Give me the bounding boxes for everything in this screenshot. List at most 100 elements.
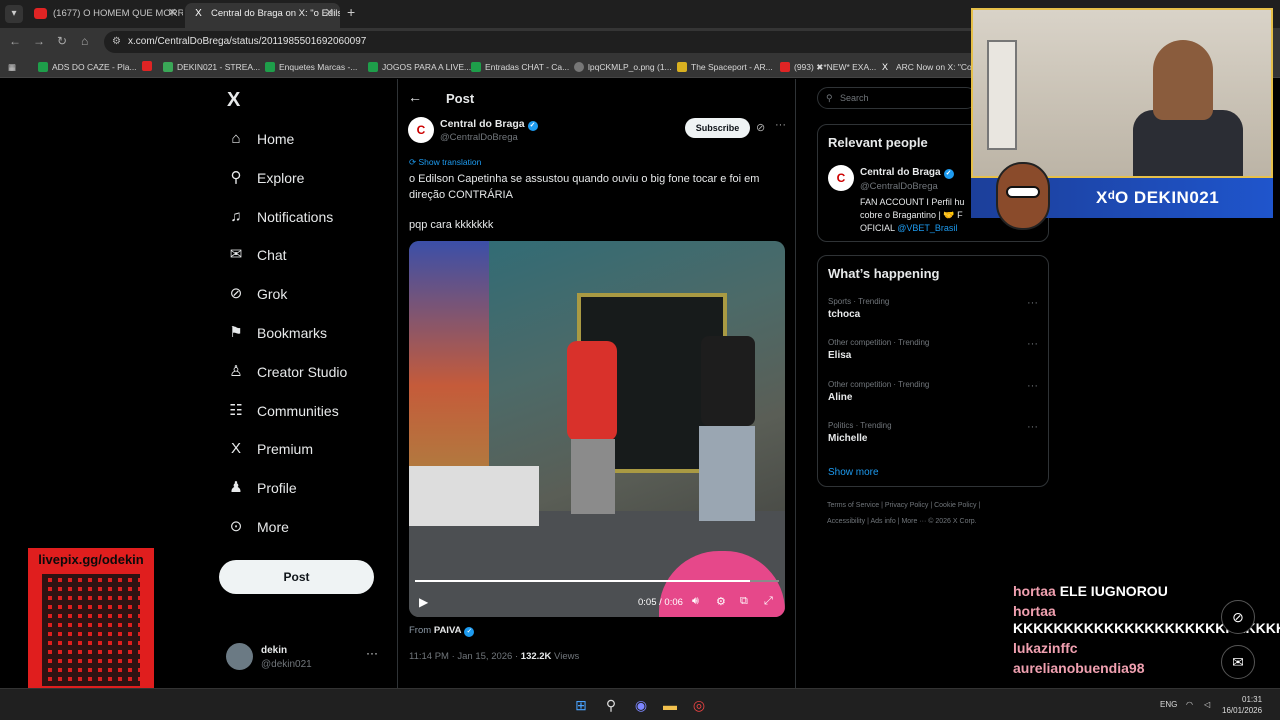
profile-icon: ♟ <box>229 479 243 497</box>
bookmark-item[interactable]: ADS DO CAZE - Pla... <box>38 60 137 74</box>
language-indicator[interactable]: ENG <box>1160 700 1177 709</box>
bookmark-item[interactable]: (993) ✖*NEW* EXA... <box>780 60 876 74</box>
x-logo[interactable]: X <box>227 89 240 112</box>
bookmark-item[interactable]: Entradas CHAT - Ca... <box>471 60 569 74</box>
subscribe-button[interactable]: Subscribe <box>685 118 750 138</box>
author-avatar[interactable]: C <box>408 117 434 143</box>
nav-item-home[interactable]: ⌂ Home <box>226 124 386 154</box>
grok-icon[interactable]: ⊘ <box>1221 600 1255 634</box>
grok-icon[interactable]: ⊘ <box>756 121 765 134</box>
bookmark-item[interactable]: lpqCKMLP_o.png (1... <box>574 60 672 74</box>
back-arrow-icon[interactable]: ← <box>9 34 21 48</box>
close-icon[interactable]: ✕ <box>168 3 177 24</box>
video-progress-bar[interactable] <box>415 580 779 582</box>
views-label: Views <box>551 651 580 662</box>
youtube-icon[interactable] <box>142 60 152 74</box>
bookmark-item[interactable]: DEKIN021 - STREA... <box>163 60 260 74</box>
forward-arrow-icon[interactable]: → <box>33 34 45 48</box>
wifi-icon[interactable]: ◠ <box>1186 700 1193 709</box>
tab-label: Central do Braga on X: "o Edils <box>211 8 340 19</box>
search-icon: ⚲ <box>230 168 242 186</box>
address-bar[interactable]: ⚙ x.com/CentralDoBrega/status/2011985501… <box>104 31 1004 53</box>
video-frame-person <box>701 336 755 426</box>
trend-item[interactable]: Politics · Trending Michelle ··· <box>828 421 1040 457</box>
back-arrow-icon[interactable]: ← <box>408 89 422 105</box>
verified-badge-icon: ✓ <box>464 627 475 637</box>
post-timestamp[interactable]: 11:14 PM · Jan 15, 2026 · <box>409 651 521 662</box>
reload-icon[interactable]: ↻ <box>57 34 67 48</box>
nav-label: Notifications <box>257 208 334 225</box>
more-dots-icon[interactable]: ··· <box>1027 380 1038 392</box>
nav-item-premium[interactable]: X Premium <box>226 434 386 464</box>
play-icon[interactable]: ▶ <box>419 595 428 609</box>
author-avatar[interactable]: C <box>828 165 854 191</box>
show-more-link[interactable]: Show more <box>828 467 879 478</box>
trend-item[interactable]: Sports · Trending tchoca ··· <box>828 297 1040 333</box>
more-dots-icon[interactable]: ··· <box>366 646 378 660</box>
search-icon[interactable]: ⚲ <box>602 696 620 714</box>
nav-item-bookmarks[interactable]: ⚑ Bookmarks <box>226 318 386 348</box>
file-explorer-icon[interactable]: ▬ <box>661 696 679 714</box>
bookmark-label: lpqCKMLP_o.png (1... <box>588 62 672 72</box>
tab-x-post[interactable]: X Central do Braga on X: "o Edils ✕ <box>185 3 340 28</box>
nav-item-notifications[interactable]: ♫ Notifications <box>226 202 386 232</box>
search-placeholder: Search <box>840 93 869 103</box>
nav-item-profile[interactable]: ♟ Profile <box>226 473 386 503</box>
trend-item[interactable]: Other competition · Trending Elisa ··· <box>828 338 1040 374</box>
creator-icon: ♙ <box>229 362 243 380</box>
volume-icon[interactable]: 🔊︎ <box>692 595 699 608</box>
author-name[interactable]: Central do Braga ✓ <box>440 118 538 131</box>
chrome-icon[interactable]: ◎ <box>690 696 708 714</box>
footer-links[interactable]: Terms of Service | Privacy Policy | Cook… <box>827 502 980 509</box>
windows-start-icon[interactable]: ⊞ <box>572 696 590 714</box>
discord-icon[interactable]: ◉ <box>632 696 650 714</box>
pip-icon[interactable]: ⧉ <box>740 595 748 608</box>
bookmark-item[interactable]: Enquetes Marcas -... <box>265 60 357 74</box>
translation-label: Show translation <box>418 157 482 167</box>
nav-item-more[interactable]: ⊙ More <box>226 512 386 542</box>
nav-label: Creator Studio <box>257 363 348 380</box>
bookmark-item[interactable]: X ARC Now on X: "Co... <box>882 60 979 74</box>
search-input[interactable]: ⚲ Search <box>817 87 977 109</box>
fullscreen-icon[interactable]: ⤢ <box>764 595 773 608</box>
new-tab-button[interactable]: + <box>347 4 355 20</box>
site-info-icon[interactable]: ⚙ <box>112 31 121 53</box>
apps-grid-icon[interactable]: ▦ <box>8 60 16 74</box>
trend-item[interactable]: Other competition · Trending Aline ··· <box>828 380 1040 416</box>
relevant-person-name[interactable]: Central do Braga ✓ <box>860 167 954 179</box>
system-clock[interactable]: 01:31 16/01/2026 <box>1222 694 1262 716</box>
account-switcher[interactable]: dekin @dekin021 ··· <box>226 643 386 679</box>
bookmark-item[interactable]: JOGOS PARA A LIVE... <box>368 60 471 74</box>
tab-search-button[interactable]: ▾ <box>5 5 23 23</box>
tab-youtube[interactable]: (1677) O HOMEM QUE MORRE ✕ <box>27 3 183 28</box>
nav-item-creator-studio[interactable]: ♙ Creator Studio <box>226 357 386 387</box>
chat-username: aurelianobuendia98 <box>1013 660 1145 676</box>
post-more-icon[interactable]: ··· <box>775 119 786 131</box>
nav-item-communities[interactable]: ☷ Communities <box>226 396 386 426</box>
video-player[interactable]: ▶ 0:05 / 0:06 🔊︎ ⚙ ⧉ ⤢ <box>409 241 785 617</box>
volume-icon[interactable]: ◁ <box>1204 700 1210 709</box>
relevant-person-handle[interactable]: @CentralDoBrega <box>860 181 938 192</box>
more-dots-icon[interactable]: ··· <box>1027 421 1038 433</box>
from-user-link[interactable]: PAIVA <box>434 625 462 636</box>
show-translation-link[interactable]: ⟳ Show translation <box>409 157 481 168</box>
nav-item-grok[interactable]: ⊘ Grok <box>226 279 386 309</box>
bio-link[interactable]: @VBET_Brasil <box>897 223 957 233</box>
envelope-icon[interactable]: ✉ <box>1221 645 1255 679</box>
close-icon[interactable]: ✕ <box>325 3 334 24</box>
settings-gear-icon[interactable]: ⚙ <box>716 595 726 608</box>
footer-links[interactable]: Accessibility | Ads info | More ··· © 20… <box>827 518 977 525</box>
video-time: 0:05 / 0:06 <box>638 597 683 608</box>
home-icon[interactable]: ⌂ <box>81 34 88 48</box>
bookmark-item[interactable]: The Spaceport - AR... <box>677 60 773 74</box>
nav-item-chat[interactable]: ✉ Chat <box>226 240 386 270</box>
more-dots-icon[interactable]: ··· <box>1027 297 1038 309</box>
author-handle[interactable]: @CentralDoBrega <box>440 132 518 143</box>
more-dots-icon[interactable]: ··· <box>1027 338 1038 350</box>
nav-item-explore[interactable]: ⚲ Explore <box>226 163 386 193</box>
home-icon: ⌂ <box>231 130 241 147</box>
compose-post-button[interactable]: Post <box>219 560 374 594</box>
video-frame-person <box>699 426 755 521</box>
video-progress-fill <box>415 580 750 582</box>
trend-context: Other competition · Trending <box>828 379 930 389</box>
